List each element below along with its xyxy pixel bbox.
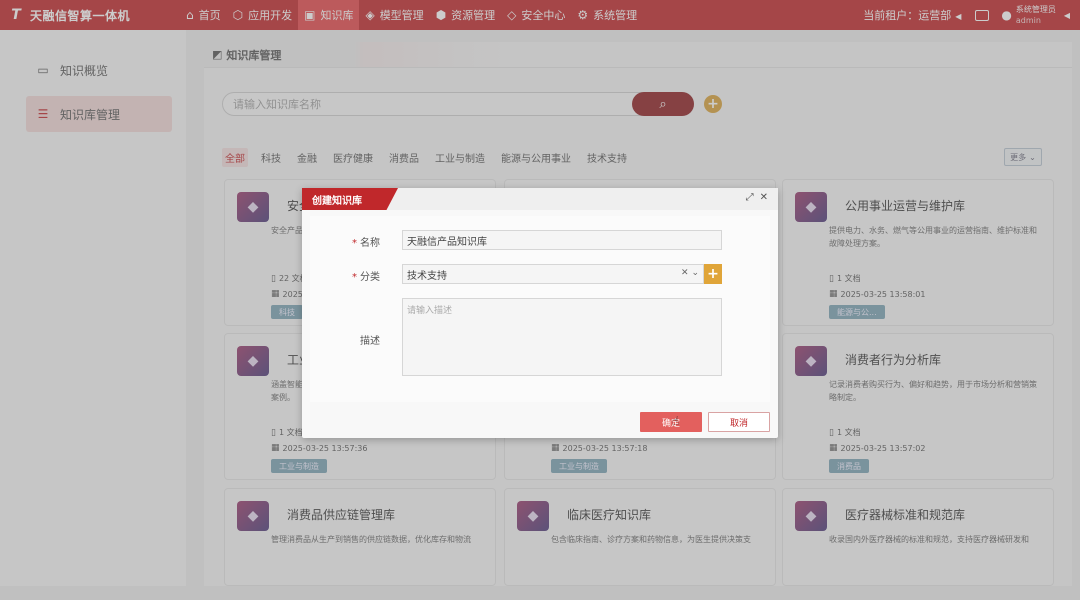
required-mark: *: [352, 238, 357, 249]
maximize-icon[interactable]: ⤢: [746, 192, 754, 203]
confirm-button[interactable]: 确定: [640, 412, 702, 432]
clear-icon[interactable]: ✕: [681, 268, 689, 278]
cancel-button[interactable]: 取消: [708, 412, 770, 432]
required-mark: *: [352, 272, 357, 283]
create-kb-dialog: 创建知识库 ⤢ ✕ * 名称 天融信产品知识库 * 分类 技术支持 ✕ ⌄ + 描述…: [302, 188, 778, 438]
dialog-title: 创建知识库: [302, 188, 398, 210]
pointer-cursor-icon: ☝: [672, 414, 680, 428]
close-icon[interactable]: ✕: [760, 192, 768, 203]
name-label-text: 名称: [360, 238, 380, 249]
category-select[interactable]: 技术支持 ✕ ⌄: [402, 264, 704, 284]
dialog-body: * 名称 天融信产品知识库 * 分类 技术支持 ✕ ⌄ + 描述 请输入描述: [310, 216, 770, 402]
desc-label: 描述: [360, 336, 380, 347]
select-tools: ✕ ⌄: [681, 268, 699, 278]
description-textarea[interactable]: 请输入描述: [402, 298, 722, 376]
category-label-text: 分类: [360, 272, 380, 283]
dialog-footer: 确定 取消: [640, 412, 770, 432]
dialog-header: 创建知识库 ⤢ ✕: [302, 188, 778, 210]
chevron-down-icon: ⌄: [691, 268, 699, 278]
category-label: * 分类: [352, 268, 380, 283]
name-input[interactable]: 天融信产品知识库: [402, 230, 722, 250]
category-selected-value: 技术支持: [407, 270, 447, 282]
add-category-button[interactable]: +: [704, 264, 722, 284]
name-label: * 名称: [352, 234, 380, 249]
plus-icon: +: [707, 266, 719, 282]
dialog-tools: ⤢ ✕: [740, 192, 768, 203]
